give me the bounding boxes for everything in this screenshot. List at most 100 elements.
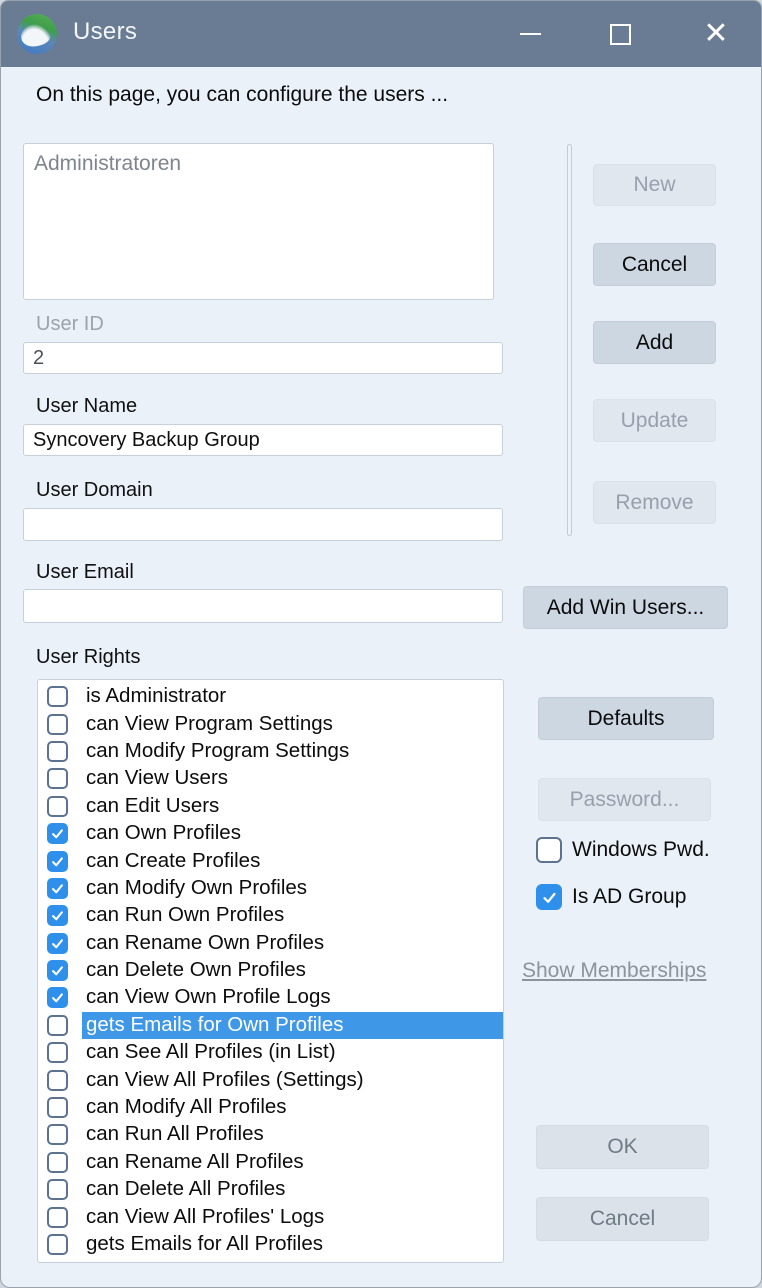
user-rights-label: User Rights <box>36 646 140 669</box>
user-right-row[interactable]: can View Program Settings <box>38 710 503 737</box>
checked-checkbox-icon[interactable] <box>47 987 68 1008</box>
close-button[interactable]: ✕ <box>695 14 737 54</box>
button-group-separator <box>567 144 572 536</box>
user-right-row[interactable]: can View All Profiles (Settings) <box>38 1066 503 1093</box>
user-right-label: can Run Own Profiles <box>82 902 503 929</box>
unchecked-checkbox-icon[interactable] <box>47 1207 68 1228</box>
intro-text: On this page, you can configure the user… <box>36 83 448 107</box>
unchecked-checkbox-icon[interactable] <box>47 1097 68 1118</box>
checked-checkbox-icon[interactable] <box>47 878 68 899</box>
user-right-row[interactable]: can Rename Own Profiles <box>38 930 503 957</box>
titlebar: Users ✕ <box>1 1 761 67</box>
checked-checkbox-icon[interactable] <box>47 823 68 844</box>
user-right-label: can Edit Users <box>82 793 503 820</box>
user-right-label: can Modify All Profiles <box>82 1094 503 1121</box>
user-right-label: is Administrator <box>82 683 503 710</box>
user-id-label: User ID <box>36 313 104 336</box>
user-right-row[interactable]: can Edit Users <box>38 793 503 820</box>
add-win-users-button[interactable]: Add Win Users... <box>523 586 728 629</box>
unchecked-checkbox-icon[interactable] <box>47 1179 68 1200</box>
checked-checkbox-icon[interactable] <box>47 905 68 926</box>
user-rights-list[interactable]: is Administratorcan View Program Setting… <box>37 679 504 1263</box>
user-right-label: can See All Profiles (in List) <box>82 1039 503 1066</box>
window-title: Users <box>73 18 137 46</box>
user-right-label: can Modify Program Settings <box>82 738 503 765</box>
unchecked-checkbox-icon[interactable] <box>47 1042 68 1063</box>
user-right-row[interactable]: can View All Profiles' Logs <box>38 1203 503 1230</box>
maximize-icon <box>610 24 631 45</box>
unchecked-checkbox-icon[interactable] <box>47 1234 68 1255</box>
user-right-row[interactable]: can Modify All Profiles <box>38 1094 503 1121</box>
user-right-row[interactable]: gets Emails for Own Profiles <box>38 1012 503 1039</box>
user-right-row[interactable]: can Delete Own Profiles <box>38 957 503 984</box>
maximize-button[interactable] <box>599 14 641 54</box>
user-email-label: User Email <box>36 561 134 584</box>
unchecked-checkbox-icon[interactable] <box>47 741 68 762</box>
checked-checkbox-icon[interactable] <box>536 884 562 910</box>
close-icon: ✕ <box>703 19 728 49</box>
user-right-row[interactable]: can Rename All Profiles <box>38 1149 503 1176</box>
user-right-row[interactable]: can View Users <box>38 765 503 792</box>
ok-button[interactable]: OK <box>536 1125 709 1169</box>
unchecked-checkbox-icon[interactable] <box>47 714 68 735</box>
user-right-row[interactable]: can View Own Profile Logs <box>38 984 503 1011</box>
show-memberships-link[interactable]: Show Memberships <box>522 959 706 983</box>
user-right-row[interactable]: is Administrator <box>38 683 503 710</box>
unchecked-checkbox-icon[interactable] <box>47 796 68 817</box>
user-right-row[interactable]: can Delete All Profiles <box>38 1176 503 1203</box>
user-right-label: can Own Profiles <box>82 820 503 847</box>
defaults-button[interactable]: Defaults <box>538 697 714 740</box>
user-right-label: gets Emails for Own Profiles <box>82 1012 503 1039</box>
user-right-label: can View Program Settings <box>82 711 503 738</box>
is-ad-group-label: Is AD Group <box>572 885 686 909</box>
checked-checkbox-icon[interactable] <box>47 960 68 981</box>
user-right-label: can Create Profiles <box>82 848 503 875</box>
user-right-label: can View All Profiles (Settings) <box>82 1067 503 1094</box>
windows-pwd-label: Windows Pwd. <box>572 838 710 862</box>
checked-checkbox-icon[interactable] <box>47 851 68 872</box>
user-right-row[interactable]: can Own Profiles <box>38 820 503 847</box>
user-right-label: can Rename Own Profiles <box>82 930 503 957</box>
user-list-item[interactable]: Administratoren <box>24 149 493 179</box>
user-id-field[interactable] <box>23 342 503 374</box>
user-right-row[interactable]: gets Emails for All Profiles <box>38 1231 503 1258</box>
user-domain-field[interactable] <box>23 508 503 541</box>
user-right-label: can Modify Own Profiles <box>82 875 503 902</box>
add-button[interactable]: Add <box>593 321 716 364</box>
dialog-cancel-button[interactable]: Cancel <box>536 1197 709 1241</box>
user-right-row[interactable]: can Run Own Profiles <box>38 902 503 929</box>
user-name-field[interactable] <box>23 424 503 456</box>
user-domain-label: User Domain <box>36 479 153 502</box>
user-right-row[interactable]: can Modify Program Settings <box>38 738 503 765</box>
user-right-row[interactable]: can Create Profiles <box>38 847 503 874</box>
cancel-edit-button[interactable]: Cancel <box>593 243 716 286</box>
user-right-row[interactable]: can Run All Profiles <box>38 1121 503 1148</box>
unchecked-checkbox-icon[interactable] <box>47 1015 68 1036</box>
user-right-label: can Rename All Profiles <box>82 1149 503 1176</box>
is-ad-group-checkbox[interactable]: Is AD Group <box>536 884 686 910</box>
users-listbox[interactable]: Administratoren <box>23 143 494 300</box>
unchecked-checkbox-icon[interactable] <box>47 1070 68 1091</box>
user-right-label: can View All Profiles' Logs <box>82 1204 503 1231</box>
user-email-field[interactable] <box>23 589 503 623</box>
unchecked-checkbox-icon[interactable] <box>47 1124 68 1145</box>
update-button[interactable]: Update <box>593 399 716 442</box>
user-right-row[interactable]: can See All Profiles (in List) <box>38 1039 503 1066</box>
new-button[interactable]: New <box>593 164 716 206</box>
remove-button[interactable]: Remove <box>593 481 716 524</box>
user-right-row[interactable]: can Modify Own Profiles <box>38 875 503 902</box>
minimize-button[interactable] <box>509 14 551 54</box>
checked-checkbox-icon[interactable] <box>47 933 68 954</box>
password-button[interactable]: Password... <box>538 778 711 821</box>
unchecked-checkbox-icon[interactable] <box>47 768 68 789</box>
user-right-label: can Delete Own Profiles <box>82 957 503 984</box>
user-right-label: can View Own Profile Logs <box>82 984 503 1011</box>
unchecked-checkbox-icon[interactable] <box>536 837 562 863</box>
user-name-label: User Name <box>36 395 137 418</box>
windows-pwd-checkbox[interactable]: Windows Pwd. <box>536 837 710 863</box>
unchecked-checkbox-icon[interactable] <box>47 686 68 707</box>
unchecked-checkbox-icon[interactable] <box>47 1152 68 1173</box>
user-right-label: can View Users <box>82 765 503 792</box>
user-right-label: can Delete All Profiles <box>82 1176 503 1203</box>
user-right-label: gets Emails for All Profiles <box>82 1231 503 1258</box>
